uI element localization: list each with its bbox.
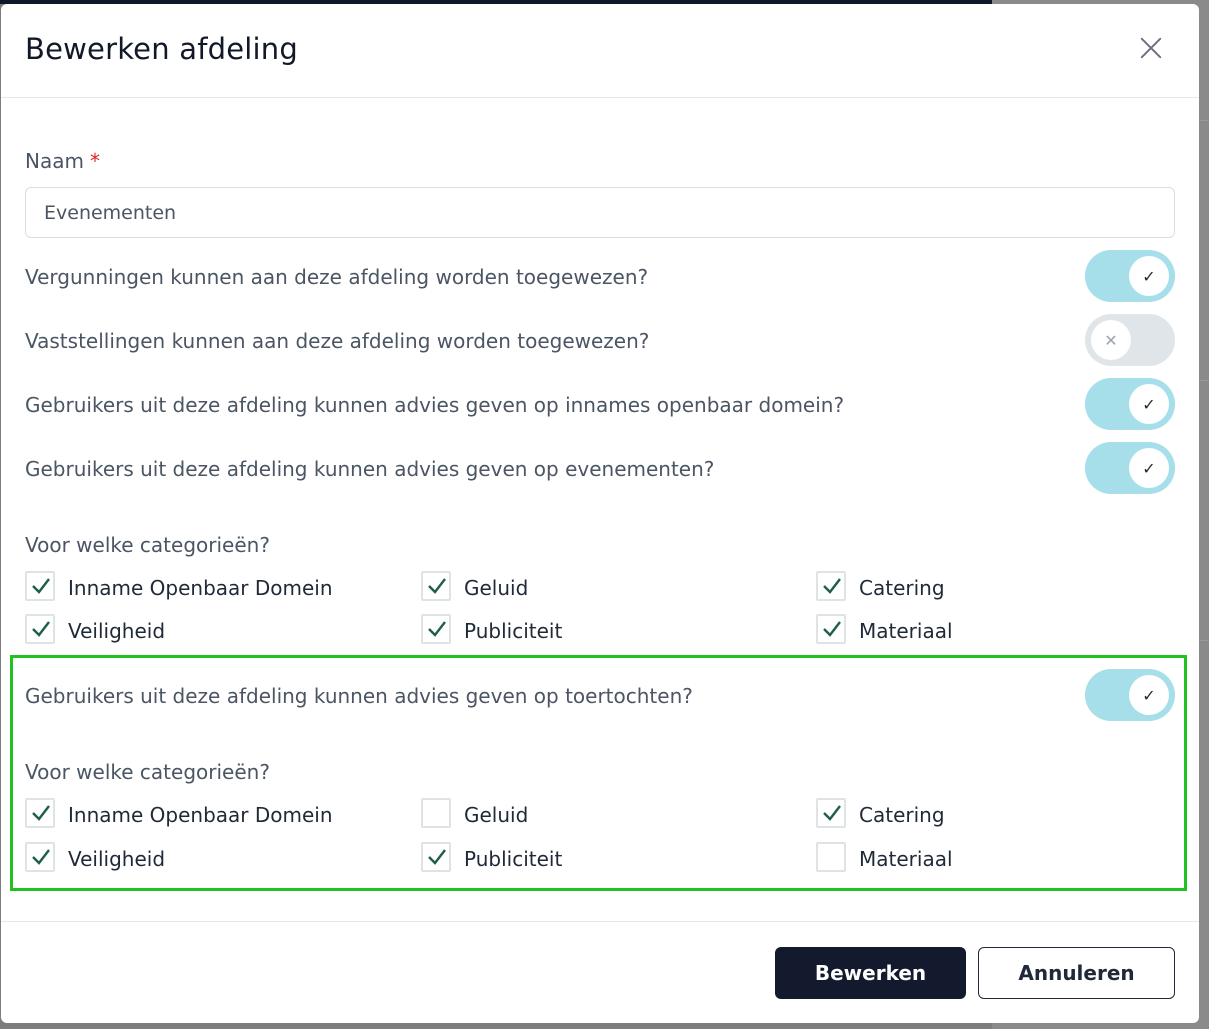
toggle-evenementen[interactable]: ✓ xyxy=(1085,442,1175,494)
checkmark-icon xyxy=(823,805,841,821)
checkbox-toertochten-materiaal[interactable] xyxy=(816,842,846,872)
bewerken-button[interactable]: Bewerken xyxy=(775,947,966,999)
checkbox-toertochten-publiciteit[interactable] xyxy=(421,842,451,872)
checkbox-label: Publiciteit xyxy=(464,847,563,871)
checkbox-label: Materiaal xyxy=(859,847,953,871)
checkbox-toertochten-inname[interactable] xyxy=(25,798,55,828)
toggle-toertochten[interactable]: ✓ xyxy=(1085,669,1175,721)
toggle-label-vaststellingen: Vaststellingen kunnen aan deze afdeling … xyxy=(25,329,650,353)
modal-header: Bewerken afdeling xyxy=(1,4,1199,98)
toggle-vaststellingen[interactable]: ✕ xyxy=(1085,314,1175,366)
checkbox-label: Publiciteit xyxy=(464,619,563,643)
checkbox-evenementen-inname[interactable] xyxy=(25,571,55,601)
checkbox-evenementen-geluid[interactable] xyxy=(421,571,451,601)
checkbox-label: Veiligheid xyxy=(68,619,166,643)
modal-footer: Bewerken Annuleren xyxy=(1,921,1199,1023)
required-marker: * xyxy=(89,149,100,173)
background-divider xyxy=(1200,640,1209,641)
check-icon: ✓ xyxy=(1129,256,1169,296)
checkbox-label: Inname Openbaar Domein xyxy=(68,576,333,600)
checkmark-icon xyxy=(428,578,446,594)
toggle-innames[interactable]: ✓ xyxy=(1085,378,1175,430)
toggle-label-evenementen: Gebruikers uit deze afdeling kunnen advi… xyxy=(25,457,715,481)
checkbox-toertochten-geluid[interactable] xyxy=(421,798,451,828)
checkbox-label: Geluid xyxy=(464,803,529,827)
annuleren-button[interactable]: Annuleren xyxy=(978,947,1175,999)
checkmark-icon xyxy=(32,621,50,637)
checkbox-toertochten-catering[interactable] xyxy=(816,798,846,828)
toggle-label-toertochten: Gebruikers uit deze afdeling kunnen advi… xyxy=(25,684,693,708)
check-icon: ✓ xyxy=(1129,448,1169,488)
modal-title: Bewerken afdeling xyxy=(25,32,298,66)
naam-label: Naam * xyxy=(25,149,100,173)
checkbox-evenementen-publiciteit[interactable] xyxy=(421,614,451,644)
naam-input[interactable] xyxy=(25,187,1175,238)
checkmark-icon xyxy=(32,578,50,594)
checkbox-label: Inname Openbaar Domein xyxy=(68,803,333,827)
checkbox-toertochten-veiligheid[interactable] xyxy=(25,842,55,872)
close-icon[interactable] xyxy=(1137,34,1165,62)
checkbox-label: Materiaal xyxy=(859,619,953,643)
check-icon: ✓ xyxy=(1129,675,1169,715)
toggle-vergunningen[interactable]: ✓ xyxy=(1085,250,1175,302)
check-icon: ✓ xyxy=(1129,384,1169,424)
checkbox-label: Veiligheid xyxy=(68,847,166,871)
toertochten-categories-heading: Voor welke categorieën? xyxy=(25,760,270,784)
background-divider xyxy=(1200,380,1209,381)
checkbox-evenementen-veiligheid[interactable] xyxy=(25,614,55,644)
checkbox-label: Geluid xyxy=(464,576,529,600)
checkbox-label: Catering xyxy=(859,576,945,600)
checkbox-evenementen-materiaal[interactable] xyxy=(816,614,846,644)
checkbox-evenementen-catering[interactable] xyxy=(816,571,846,601)
checkmark-icon xyxy=(823,578,841,594)
evenementen-categories-heading: Voor welke categorieën? xyxy=(25,533,270,557)
checkmark-icon xyxy=(823,621,841,637)
background-divider xyxy=(1200,120,1209,121)
toggle-label-innames: Gebruikers uit deze afdeling kunnen advi… xyxy=(25,393,845,417)
naam-label-text: Naam xyxy=(25,149,84,173)
checkbox-label: Catering xyxy=(859,803,945,827)
toggle-label-vergunningen: Vergunningen kunnen aan deze afdeling wo… xyxy=(25,265,649,289)
checkmark-icon xyxy=(32,849,50,865)
checkmark-icon xyxy=(428,621,446,637)
x-icon: ✕ xyxy=(1091,320,1131,360)
checkmark-icon xyxy=(428,849,446,865)
edit-department-modal: Bewerken afdeling Naam* Vergunningen kun… xyxy=(1,4,1199,1023)
checkmark-icon xyxy=(32,805,50,821)
